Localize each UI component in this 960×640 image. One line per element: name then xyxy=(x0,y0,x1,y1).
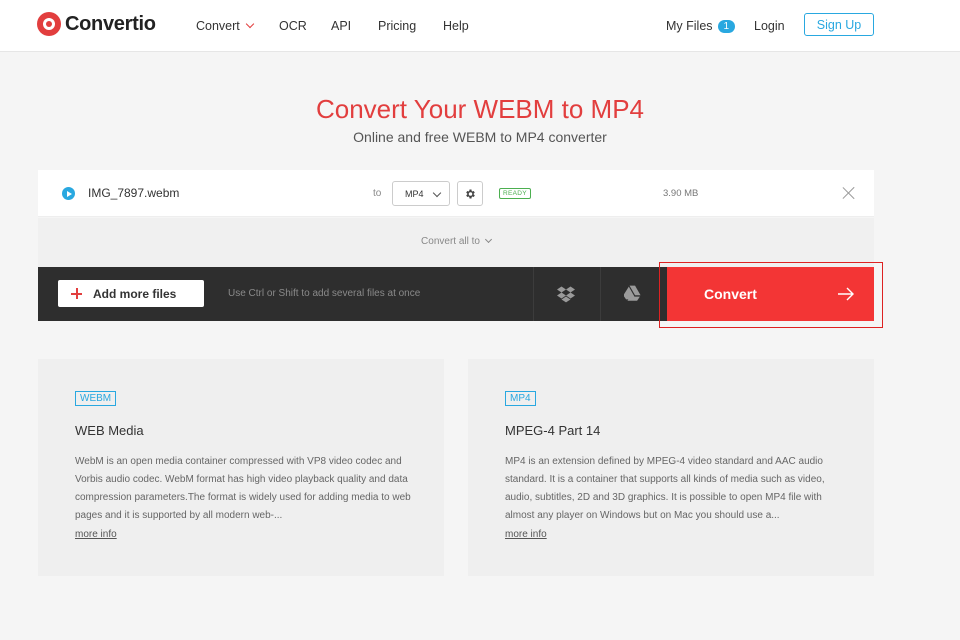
signup-button[interactable]: Sign Up xyxy=(804,13,874,36)
chevron-down-icon xyxy=(245,19,255,29)
gear-icon xyxy=(466,189,475,198)
nav-pricing[interactable]: Pricing xyxy=(378,19,416,33)
format-description: MP4 is an extension defined by MPEG-4 vi… xyxy=(505,456,825,521)
page-subtitle: Online and free WEBM to MP4 converter xyxy=(353,129,607,145)
nav-ocr[interactable]: OCR xyxy=(279,19,307,33)
to-label: to xyxy=(373,188,382,199)
add-files-label: Add more files xyxy=(93,286,177,301)
my-files-count-badge: 1 xyxy=(717,19,736,33)
nav-convert-label: Convert xyxy=(196,19,240,33)
plus-icon xyxy=(71,288,82,299)
divider xyxy=(533,267,534,321)
more-info-link[interactable]: more info xyxy=(75,529,117,540)
file-name: IMG_7897.webm xyxy=(88,186,180,200)
nav-help[interactable]: Help xyxy=(443,19,469,33)
convertio-logo-icon xyxy=(37,12,61,36)
convert-all-row: Convert all to xyxy=(38,218,874,267)
more-info-link[interactable]: more info xyxy=(505,529,547,540)
convert-all-dropdown[interactable]: Convert all to xyxy=(38,235,874,247)
convert-highlight-box xyxy=(659,262,883,328)
video-play-icon xyxy=(62,187,75,200)
format-title: WEB Media xyxy=(75,423,144,438)
target-format-value: MP4 xyxy=(405,188,424,199)
my-files-label: My Files xyxy=(666,18,713,33)
source-format-card: WEBM WEB Media WebM is an open media con… xyxy=(38,359,444,576)
format-description: WebM is an open media container compress… xyxy=(75,456,411,521)
nav-convert[interactable]: Convert xyxy=(196,19,255,33)
status-badge: READY xyxy=(499,188,531,199)
nav-api[interactable]: API xyxy=(331,19,351,33)
settings-button[interactable] xyxy=(457,181,483,206)
dropbox-icon[interactable] xyxy=(557,285,575,303)
convertio-logo[interactable]: Convertio xyxy=(37,12,156,36)
target-format-card: MP4 MPEG-4 Part 14 MP4 is an extension d… xyxy=(468,359,874,576)
google-drive-icon[interactable] xyxy=(624,285,642,303)
nav-login[interactable]: Login xyxy=(754,19,785,33)
top-header: Convertio Convert OCR API Pricing Help M… xyxy=(0,0,960,52)
file-row: IMG_7897.webm to MP4 READY 3.90 MB xyxy=(38,170,874,217)
close-icon[interactable] xyxy=(842,186,856,200)
format-title: MPEG-4 Part 14 xyxy=(505,423,601,438)
nav-my-files[interactable]: My Files 1 xyxy=(666,18,736,34)
chevron-down-icon xyxy=(484,235,492,244)
format-tag: WEBM xyxy=(75,391,117,406)
multi-select-hint: Use Ctrl or Shift to add several files a… xyxy=(228,288,421,299)
chevron-down-icon xyxy=(432,188,442,198)
target-format-select[interactable]: MP4 xyxy=(392,181,450,206)
format-tag: MP4 xyxy=(505,391,536,406)
logo-text: Convertio xyxy=(65,12,156,35)
divider xyxy=(600,267,601,321)
convert-all-label: Convert all to xyxy=(421,236,480,247)
file-size: 3.90 MB xyxy=(663,188,699,199)
add-more-files-button[interactable]: Add more files xyxy=(58,280,204,307)
page-title: Convert Your WEBM to MP4 xyxy=(315,94,645,124)
